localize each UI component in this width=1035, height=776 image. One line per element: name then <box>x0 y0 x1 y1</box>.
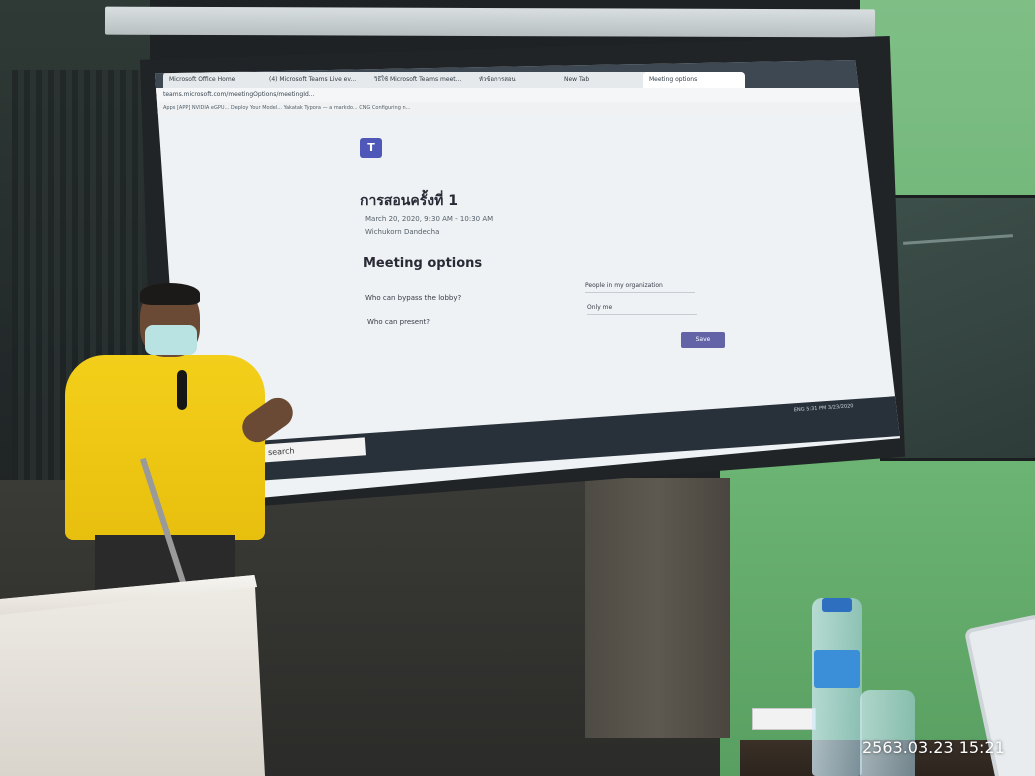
browser-tab[interactable]: วิธีใช้ Microsoft Teams meet... <box>368 72 480 88</box>
lobby-question: Who can bypass the lobby? <box>365 294 462 302</box>
browser-tab[interactable]: หัวข้อการสอน <box>473 72 565 88</box>
display-glint <box>903 234 1013 245</box>
photo-timestamp: 2563.03.23 15:21 <box>862 738 1005 757</box>
teams-logo-icon: T <box>360 138 382 158</box>
save-button[interactable]: Save <box>681 332 725 348</box>
present-question: Who can present? <box>367 318 430 326</box>
face-mask <box>145 325 197 355</box>
photo-scene: Microsoft Office Home (4) Microsoft Team… <box>0 0 1035 776</box>
projector-screen-housing <box>104 6 876 38</box>
presenter-shirt <box>65 355 265 540</box>
browser-tab[interactable]: New Tab <box>558 72 650 88</box>
meeting-organizer: Wichukorn Dandecha <box>365 228 440 236</box>
options-heading: Meeting options <box>363 256 483 271</box>
bookmarks-bar[interactable]: Apps [APP] NVIDIA eGPU... Deploy Your Mo… <box>155 102 900 114</box>
browser-tab[interactable]: Microsoft Office Home <box>163 72 270 88</box>
present-dropdown[interactable]: Only me <box>587 302 697 315</box>
lobby-dropdown[interactable]: People in my organization <box>585 280 695 293</box>
system-tray[interactable]: ENG 5:31 PM 3/23/2020 <box>794 403 854 413</box>
microphone-icon <box>177 370 187 410</box>
browser-tab[interactable]: (4) Microsoft Teams Live ev... <box>263 72 375 88</box>
bottle-cap <box>822 598 852 612</box>
bottle-label <box>814 650 860 688</box>
address-bar[interactable]: teams.microsoft.com/meetingOptions/meeti… <box>155 88 900 102</box>
presenter-hair <box>140 283 200 305</box>
power-outlet <box>752 708 816 730</box>
meeting-title: การสอนครั้งที่ 1 <box>360 193 458 209</box>
wooden-pillar <box>585 478 730 738</box>
browser-tab-active[interactable]: Meeting options <box>643 72 745 88</box>
presenter <box>55 283 299 605</box>
meeting-date: March 20, 2020, 9:30 AM - 10:30 AM <box>365 215 494 223</box>
water-bottle-2 <box>860 690 915 776</box>
